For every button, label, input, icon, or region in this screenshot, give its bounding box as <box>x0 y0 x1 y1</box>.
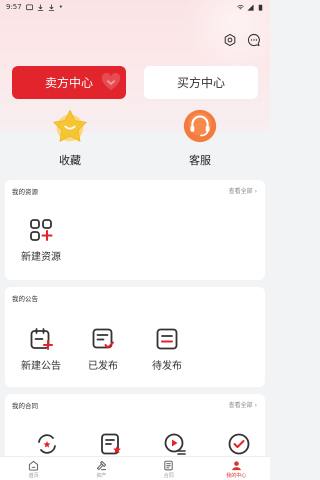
battery-icon <box>258 4 263 11</box>
chevron-right-icon: › <box>254 188 257 195</box>
contracts-view-all-label: 查看全部 <box>228 402 253 409</box>
new-resource-label: 新建资源 <box>21 252 61 263</box>
new-announcement-label: 新建公告 <box>21 361 61 372</box>
customer-service-button[interactable]: 客服 <box>170 107 230 168</box>
contract-sync-button[interactable] <box>23 432 71 456</box>
settings-button[interactable] <box>222 32 238 48</box>
headset-icon <box>183 109 217 143</box>
favorites-badge <box>51 107 89 145</box>
status-bar: 9:57 • <box>0 0 270 14</box>
header-actions <box>222 32 262 48</box>
resources-view-all[interactable]: 查看全部 › <box>229 186 257 195</box>
tab-buyer-center[interactable]: 买方中心 <box>144 66 258 99</box>
contract-star-icon <box>101 433 121 455</box>
contract-check-icon <box>228 433 250 455</box>
download-icon <box>48 3 54 11</box>
new-resource-button[interactable]: 新建资源 <box>15 218 67 263</box>
status-dot: • <box>58 3 63 11</box>
contract-sync-icon <box>38 434 56 454</box>
contracts-title: 我的合同 <box>12 402 38 410</box>
pending-publish-label: 待发布 <box>152 361 182 372</box>
tab-my-center-label: 我的中心 <box>226 473 247 479</box>
gavel-icon <box>96 460 106 471</box>
wifi-icon <box>237 4 244 9</box>
seller-center-label: 卖方中心 <box>44 76 93 90</box>
chevron-right-icon: › <box>254 402 257 409</box>
home-icon <box>29 460 39 471</box>
published-label: 已发布 <box>88 361 118 372</box>
chat-bubble-icon <box>247 33 260 47</box>
published-icon <box>92 328 114 349</box>
new-announcement-icon <box>30 328 53 350</box>
heart-icon <box>101 72 121 91</box>
signal-icon <box>247 3 254 11</box>
new-announcement-button[interactable]: 新建公告 <box>13 327 69 372</box>
tab-assets-label: 资产 <box>96 473 107 479</box>
contract-check-button[interactable] <box>215 432 263 456</box>
contract-starred-button[interactable] <box>87 432 135 456</box>
user-icon <box>231 461 241 471</box>
pending-publish-icon <box>156 328 178 350</box>
new-resource-icon <box>30 219 53 241</box>
tab-home[interactable]: 首页 <box>0 457 68 480</box>
buyer-center-label: 买方中心 <box>176 76 225 90</box>
pending-publish-button[interactable]: 待发布 <box>143 327 191 372</box>
published-button[interactable]: 已发布 <box>79 327 127 372</box>
tab-contracts[interactable]: 合同 <box>135 457 203 480</box>
download-icon <box>37 3 43 11</box>
contracts-view-all[interactable]: 查看全部 › <box>229 400 257 409</box>
tab-home-label: 首页 <box>28 473 39 479</box>
message-icon <box>25 3 33 10</box>
favorites-label: 收藏 <box>59 154 81 167</box>
service-label: 客服 <box>189 154 211 167</box>
contracts-card: 我的合同 查看全部 › <box>5 394 265 464</box>
chat-button[interactable] <box>246 32 262 48</box>
tab-contracts-label: 合同 <box>163 473 174 479</box>
service-badge <box>181 107 219 145</box>
tab-seller-center[interactable]: 卖方中心 <box>12 66 126 99</box>
tab-my-center[interactable]: 我的中心 <box>203 457 271 480</box>
contract-play-button[interactable] <box>151 432 199 456</box>
document-icon <box>164 460 173 471</box>
tab-assets[interactable]: 资产 <box>68 457 136 480</box>
bottom-tab-bar: 首页 资产 合同 我的中心 <box>0 456 270 480</box>
resources-title: 我的资源 <box>12 188 38 196</box>
announcements-card: 我的公告 新建公告 已发布 待发布 <box>5 287 265 387</box>
star-icon <box>53 109 87 142</box>
status-time: 9:57 <box>6 3 22 11</box>
announcements-title: 我的公告 <box>12 295 38 303</box>
gear-icon <box>224 33 236 47</box>
resources-card: 我的资源 查看全部 › 新建资源 <box>5 180 265 280</box>
contract-play-icon <box>164 433 186 455</box>
favorites-button[interactable]: 收藏 <box>40 107 100 168</box>
resources-view-all-label: 查看全部 <box>228 188 253 195</box>
